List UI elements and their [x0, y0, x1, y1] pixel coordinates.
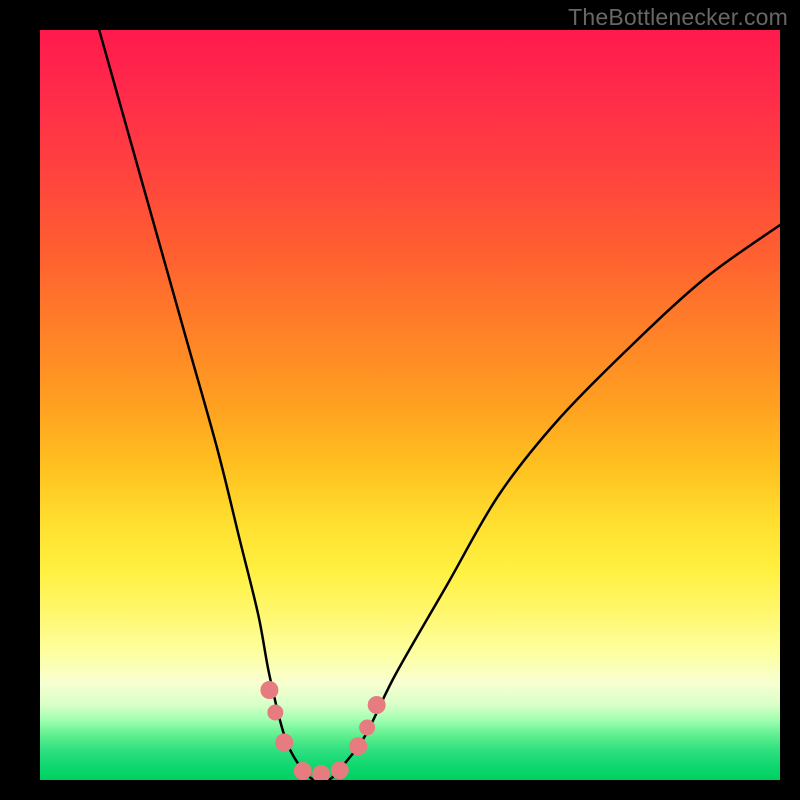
curve-group: [99, 30, 780, 780]
plot-area: [40, 30, 780, 780]
data-marker: [267, 705, 283, 721]
marker-group: [260, 681, 385, 780]
data-marker: [312, 765, 330, 780]
data-marker: [349, 737, 367, 755]
bottleneck-curve: [99, 30, 780, 780]
data-marker: [368, 696, 386, 714]
chart-frame: TheBottlenecker.com: [0, 0, 800, 800]
data-marker: [331, 761, 349, 779]
data-marker: [260, 681, 278, 699]
data-marker: [275, 734, 293, 752]
chart-svg: [40, 30, 780, 780]
attribution-text: TheBottlenecker.com: [568, 4, 788, 31]
data-marker: [294, 762, 312, 780]
data-marker: [359, 720, 375, 736]
